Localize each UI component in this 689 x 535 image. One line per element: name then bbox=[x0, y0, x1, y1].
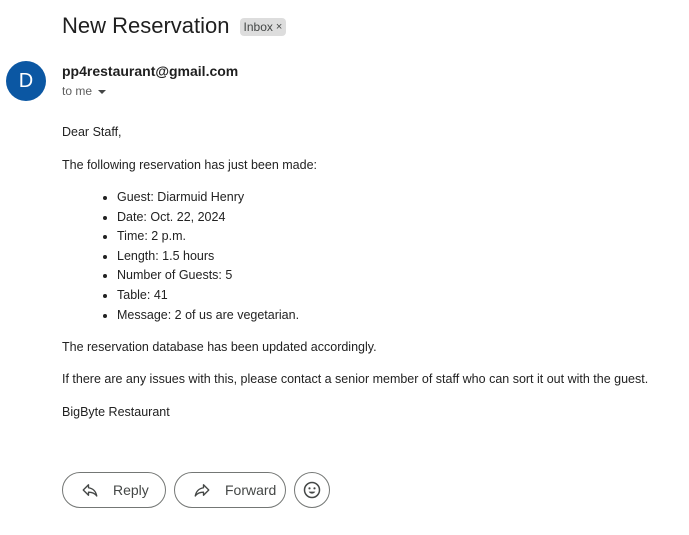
detail-length: Length: 1.5 hours bbox=[117, 248, 299, 268]
recipients-dropdown[interactable]: to me bbox=[62, 83, 107, 99]
reply-button-label: Reply bbox=[113, 482, 149, 498]
email-subject: New Reservation bbox=[62, 13, 230, 38]
email-actions: Reply Forward bbox=[62, 472, 330, 508]
email-header: New Reservation Inbox × bbox=[62, 12, 287, 40]
updated-text: The reservation database has been update… bbox=[62, 340, 377, 354]
intro-text: The following reservation has just been … bbox=[62, 158, 318, 172]
sender-avatar[interactable]: D bbox=[6, 61, 46, 101]
emoji-icon bbox=[302, 480, 322, 500]
reply-icon bbox=[81, 481, 99, 499]
remove-label-icon[interactable]: × bbox=[276, 19, 282, 35]
forward-icon bbox=[193, 481, 211, 499]
reservation-details-list: Guest: Diarmuid Henry Date: Oct. 22, 202… bbox=[62, 189, 299, 326]
chevron-down-icon[interactable] bbox=[98, 89, 107, 94]
detail-table: Table: 41 bbox=[117, 287, 299, 307]
emoji-reaction-button[interactable] bbox=[294, 472, 330, 508]
detail-date: Date: Oct. 22, 2024 bbox=[117, 209, 299, 229]
detail-number-of-guests: Number of Guests: 5 bbox=[117, 267, 299, 287]
label-chip-text: Inbox bbox=[243, 20, 273, 34]
forward-button[interactable]: Forward bbox=[174, 472, 286, 508]
detail-guest: Guest: Diarmuid Henry bbox=[117, 189, 299, 209]
recipients-label: to me bbox=[62, 84, 93, 98]
sender-email[interactable]: pp4restaurant@gmail.com bbox=[62, 62, 238, 80]
reply-button[interactable]: Reply bbox=[62, 472, 166, 508]
detail-message: Message: 2 of us are vegetarian. bbox=[117, 307, 299, 327]
greeting-text: Dear Staff, bbox=[62, 125, 122, 139]
signoff-text: BigByte Restaurant bbox=[62, 405, 170, 419]
issues-text: If there are any issues with this, pleas… bbox=[62, 372, 649, 386]
detail-time: Time: 2 p.m. bbox=[117, 228, 299, 248]
forward-button-label: Forward bbox=[225, 482, 277, 498]
inbox-label-chip[interactable]: Inbox × bbox=[239, 18, 287, 36]
